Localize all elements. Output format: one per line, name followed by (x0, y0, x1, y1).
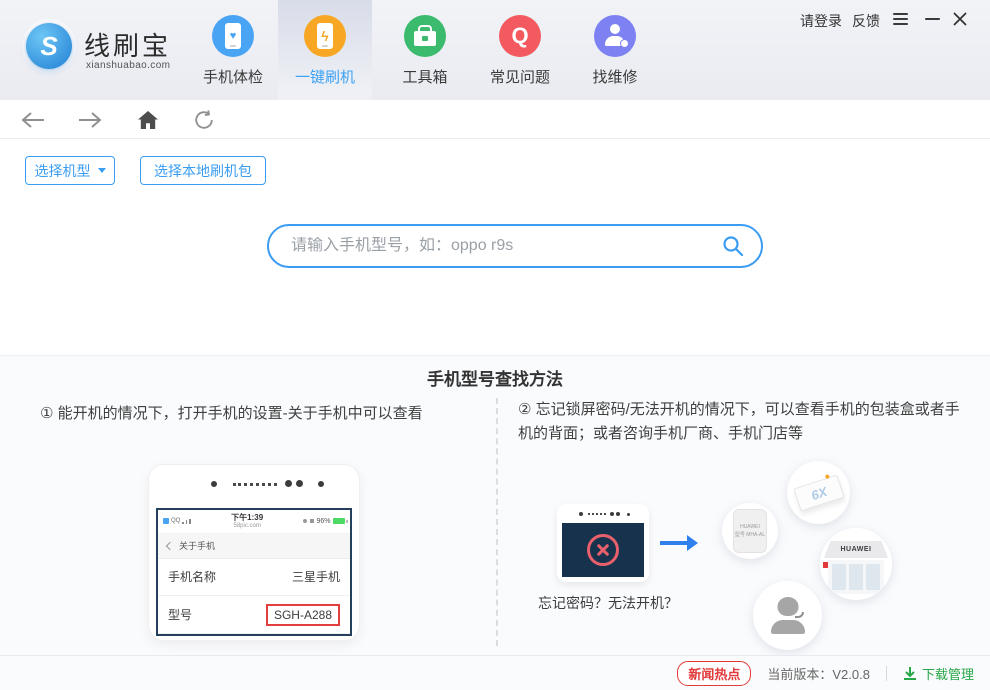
footer-divider (885, 665, 887, 681)
phone-checkup-icon: ♥ (212, 15, 254, 57)
step-number: ① (40, 405, 54, 422)
close-icon[interactable] (950, 9, 970, 29)
status-time: 下午1:39 (231, 513, 264, 523)
version-label: 当前版本：V2.0.8 (767, 666, 870, 682)
phone-speaker-camera (149, 478, 359, 490)
tab-label: 常见问题 (489, 69, 550, 86)
about-phone-header: 关于手机 (158, 533, 350, 559)
search-input[interactable] (269, 237, 721, 255)
arrow-right-icon (658, 533, 700, 558)
tab-find-repair[interactable]: 找维修 (568, 0, 662, 100)
step-text: 忘记锁屏密码/无法开机的情况下，可以查看手机的包装盒或者手机的背面；或者咨询手机… (518, 401, 960, 442)
locked-phone-caption: 忘记密码？无法开机？ (538, 595, 678, 611)
guide-title: 手机型号查找方法 (427, 370, 563, 389)
menu-icon[interactable] (890, 9, 910, 29)
phone-back-bubble: HUAWEI 型号 MHA-AL (722, 503, 778, 559)
app-title: 线刷宝 (84, 31, 172, 61)
select-model-button[interactable]: 选择机型 (25, 156, 115, 185)
app-domain: xianshuabao.com (86, 60, 171, 71)
tab-phone-checkup[interactable]: ♥ 手机体检 (186, 0, 280, 100)
packaging-box-icon: 6X (792, 473, 845, 512)
login-link[interactable]: 请登录 (800, 11, 842, 31)
phone-store-bubble: HUAWEI (820, 528, 892, 600)
phone-status-bar: QQ 下午1:39 58pic.com 96% (158, 510, 350, 534)
repair-icon (594, 15, 636, 57)
error-x-icon (587, 534, 619, 566)
refresh-icon[interactable] (189, 107, 219, 133)
tab-label: 手机体检 (202, 69, 263, 86)
header: S 线刷宝 xianshuabao.com ♥ 手机体检 ϟ 一键刷机 工具箱 … (0, 0, 990, 100)
select-local-package-button[interactable]: 选择本地刷机包 (140, 156, 266, 185)
download-manager-label: 下载管理 (921, 666, 974, 682)
app-window: S 线刷宝 xianshuabao.com ♥ 手机体检 ϟ 一键刷机 工具箱 … (0, 0, 990, 690)
home-icon[interactable] (133, 107, 163, 133)
back-icon[interactable] (18, 107, 48, 133)
status-left: QQ (163, 518, 191, 525)
minimize-icon[interactable] (922, 9, 942, 29)
app-logo-icon: S (26, 23, 72, 69)
status-bar: 新闻热点 当前版本：V2.0.8 下载管理 (0, 655, 990, 690)
customer-service-icon (768, 597, 808, 634)
guide-step-2: ② 忘记锁屏密码/无法开机的情况下，可以查看手机的包装盒或者手机的背面；或者咨询… (518, 398, 962, 446)
download-manager-button[interactable]: 下载管理 (903, 664, 974, 683)
status-right: 96% (303, 517, 348, 525)
error-screen (562, 523, 644, 577)
battery-percent: 96% (316, 517, 331, 525)
feedback-link[interactable]: 反馈 (852, 11, 880, 31)
column-divider (496, 398, 498, 646)
logo-letter: S (40, 30, 58, 61)
browser-toolbar (0, 100, 990, 139)
packaging-box-bubble: 6X (787, 461, 850, 524)
about-phone-mockup: QQ 下午1:39 58pic.com 96% 关于手机 手机名称 三星手机 型… (148, 464, 360, 641)
select-local-package-label: 选择本地刷机包 (154, 162, 252, 179)
model-search-box (267, 224, 763, 268)
download-icon (903, 666, 916, 680)
storefront-icon: HUAWEI (820, 528, 892, 600)
search-icon[interactable] (721, 234, 745, 258)
faq-icon: Q (499, 15, 541, 57)
phone-back-icon: HUAWEI 型号 MHA-AL (733, 509, 767, 553)
phone-info-row: 手机名称 三星手机 (158, 559, 350, 597)
phone-info-row: 型号 SGH-A288 (158, 596, 350, 634)
tab-faq[interactable]: Q 常见问题 (473, 0, 567, 100)
qq-icon (163, 518, 169, 525)
one-key-flash-icon: ϟ (304, 15, 346, 57)
tab-one-key-flash[interactable]: ϟ 一键刷机 (278, 0, 372, 100)
select-model-label: 选择机型 (34, 162, 91, 179)
model-number-highlight: SGH-A288 (265, 603, 340, 626)
customer-service-bubble (753, 581, 822, 650)
tab-label: 找维修 (592, 69, 638, 86)
tab-label: 工具箱 (402, 69, 448, 86)
battery-icon (333, 518, 348, 525)
status-center: 下午1:39 58pic.com (231, 513, 263, 529)
chevron-left-icon (165, 541, 175, 550)
step-number: ② (518, 401, 532, 418)
news-hotspot-badge[interactable]: 新闻热点 (677, 660, 752, 686)
guide-step-1: ① 能开机的情况下，打开手机的设置-关于手机中可以查看 (40, 402, 423, 426)
phone-screen: QQ 下午1:39 58pic.com 96% 关于手机 手机名称 三星手机 型… (156, 508, 352, 636)
chevron-down-icon (97, 168, 106, 173)
locked-phone-mockup (557, 504, 649, 582)
tab-toolbox[interactable]: 工具箱 (378, 0, 472, 100)
forward-icon[interactable] (75, 107, 105, 133)
toolbox-icon (404, 15, 446, 57)
status-site: 58pic.com (233, 522, 261, 529)
step-text: 能开机的情况下，打开手机的设置-关于手机中可以查看 (57, 405, 423, 422)
tab-label: 一键刷机 (294, 69, 355, 86)
model-lookup-guide: 手机型号查找方法 ① 能开机的情况下，打开手机的设置-关于手机中可以查看 ② 忘… (0, 355, 990, 655)
